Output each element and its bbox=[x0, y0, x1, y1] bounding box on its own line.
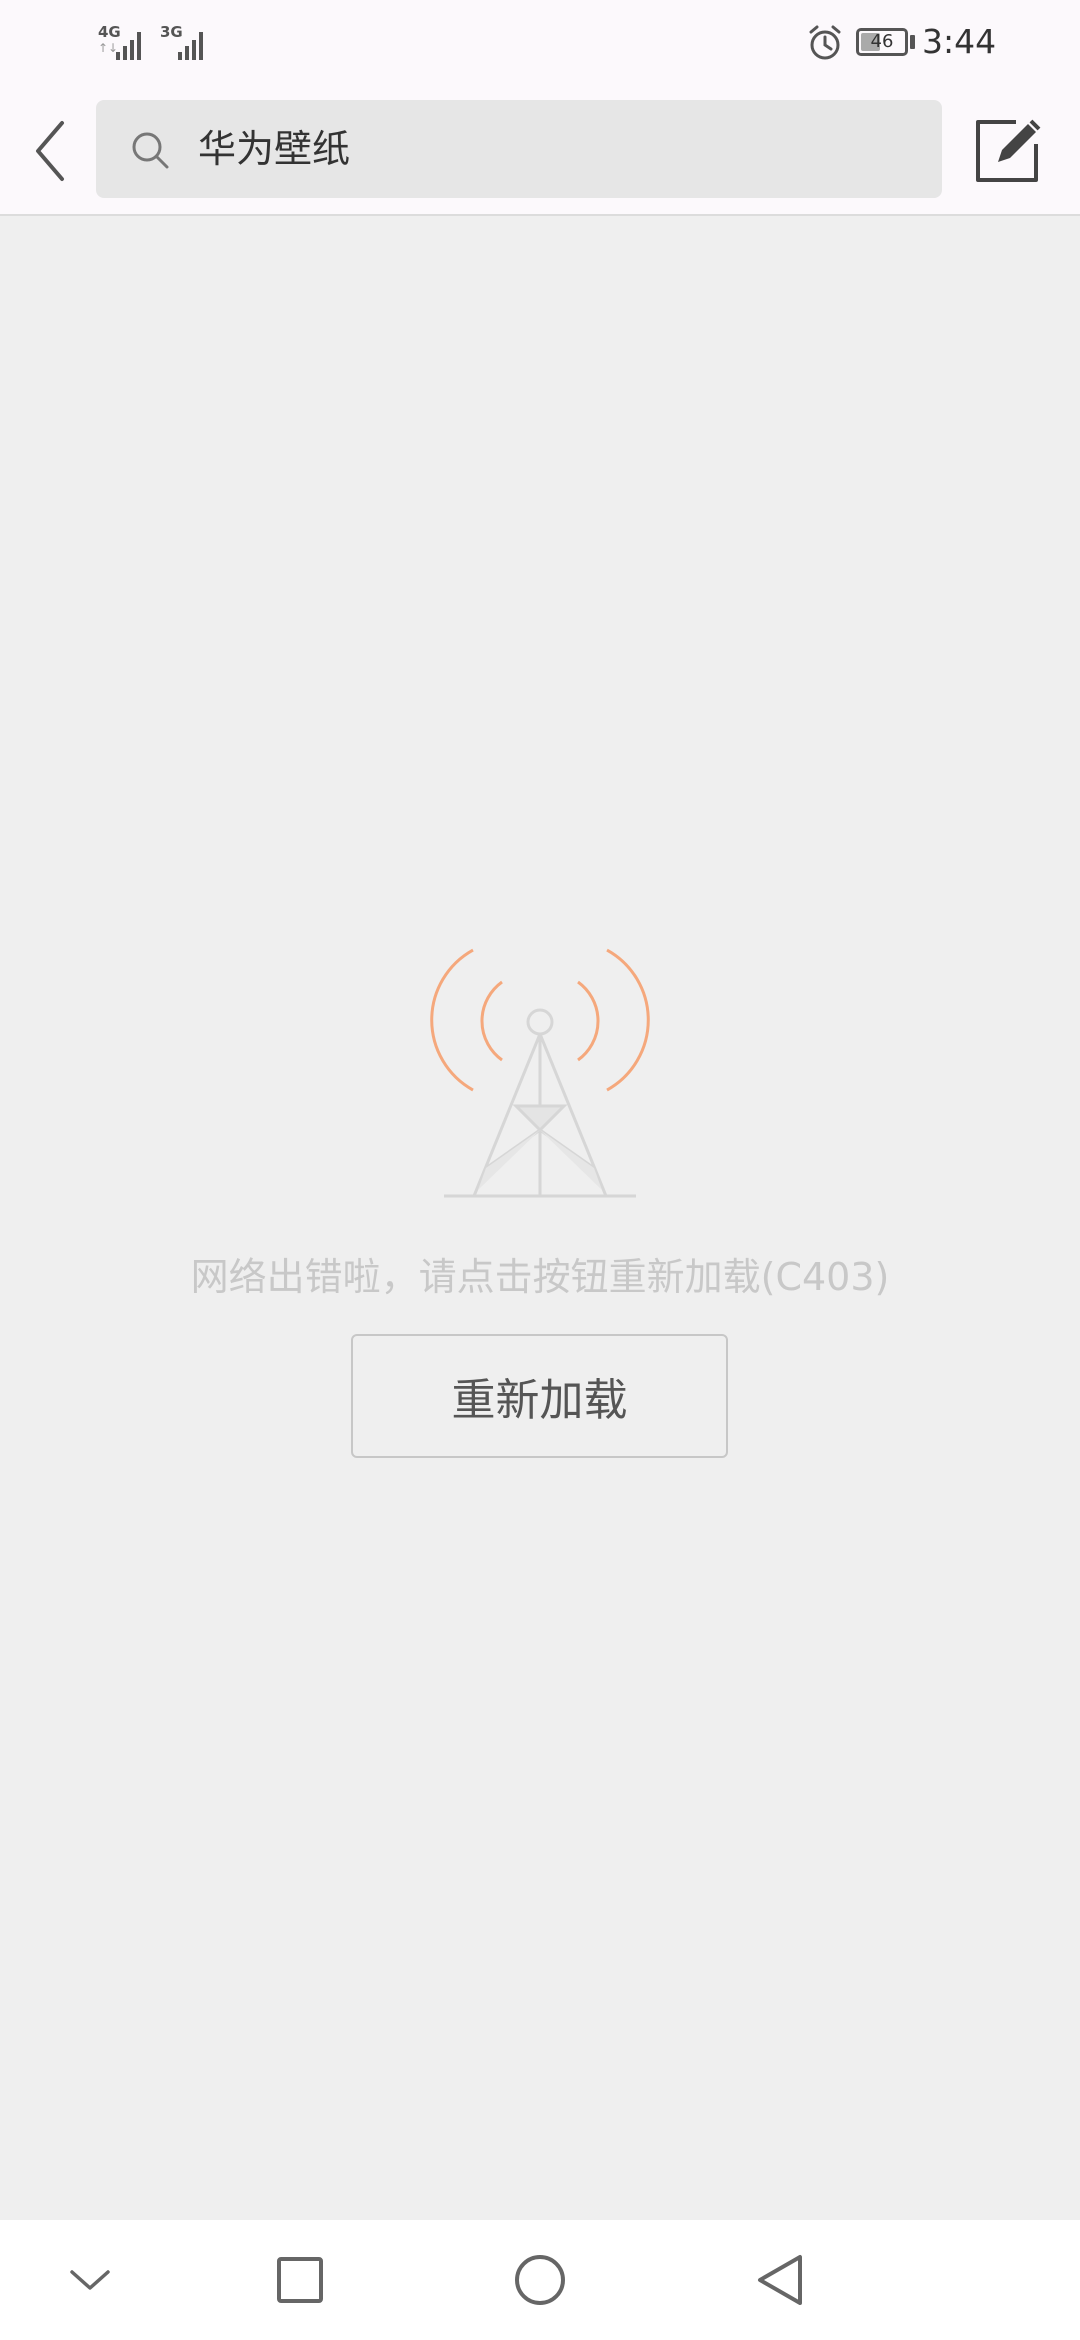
battery-level: 46 bbox=[870, 31, 894, 52]
battery-tip bbox=[910, 35, 915, 49]
back-chevron-icon bbox=[36, 121, 64, 181]
signal-icon: 4G ↑↓ 3G bbox=[98, 24, 222, 60]
error-message: 网络出错啦，请点击按钮重新加载(C403) bbox=[190, 1255, 890, 1299]
clock: 3:44 bbox=[922, 22, 997, 61]
signal-tower-icon bbox=[430, 948, 650, 1198]
edit-icon[interactable] bbox=[972, 116, 1044, 186]
battery-icon: 46 bbox=[856, 28, 908, 56]
top-bar: 华为壁纸 bbox=[0, 86, 1080, 216]
hide-nav-button[interactable] bbox=[50, 2244, 130, 2316]
recents-button[interactable] bbox=[260, 2244, 340, 2316]
signal-bars-2 bbox=[178, 32, 203, 60]
search-query: 华为壁纸 bbox=[198, 127, 351, 171]
signal-bars-1 bbox=[116, 32, 141, 60]
search-icon bbox=[132, 132, 169, 169]
chevron-down-icon bbox=[70, 2270, 110, 2290]
alarm-icon bbox=[809, 25, 841, 60]
square-icon bbox=[277, 2257, 323, 2303]
triangle-back-icon bbox=[758, 2255, 802, 2305]
back-nav-button[interactable] bbox=[740, 2244, 820, 2316]
status-bar: 4G ↑↓ 3G 46 3:44 bbox=[0, 0, 1080, 86]
circle-icon bbox=[515, 2255, 565, 2305]
back-button[interactable] bbox=[20, 116, 80, 186]
home-button[interactable] bbox=[500, 2244, 580, 2316]
system-nav-bar bbox=[0, 2220, 1080, 2340]
reload-button[interactable]: 重新加载 bbox=[351, 1334, 728, 1458]
search-input[interactable]: 华为壁纸 bbox=[96, 100, 942, 198]
